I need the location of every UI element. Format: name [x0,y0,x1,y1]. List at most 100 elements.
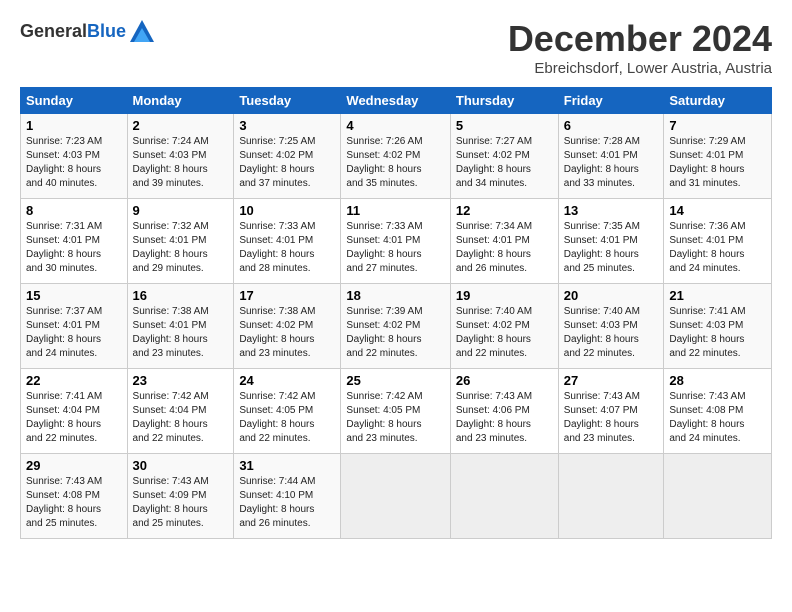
day-info: Sunrise: 7:33 AM Sunset: 4:01 PM Dayligh… [239,220,335,276]
day-number: 9 [133,203,229,218]
day-number: 20 [564,288,659,303]
day-info: Sunrise: 7:41 AM Sunset: 4:04 PM Dayligh… [26,390,122,446]
calendar-day: 19 Sunrise: 7:40 AM Sunset: 4:02 PM Dayli… [450,284,558,369]
calendar-table: SundayMondayTuesdayWednesdayThursdayFrid… [20,87,772,539]
day-info: Sunrise: 7:38 AM Sunset: 4:02 PM Dayligh… [239,305,335,361]
day-info: Sunrise: 7:23 AM Sunset: 4:03 PM Dayligh… [26,135,122,191]
day-number: 24 [239,373,335,388]
calendar-day: 2 Sunrise: 7:24 AM Sunset: 4:03 PM Daylig… [127,114,234,199]
day-info: Sunrise: 7:33 AM Sunset: 4:01 PM Dayligh… [346,220,444,276]
day-number: 16 [133,288,229,303]
day-info: Sunrise: 7:43 AM Sunset: 4:08 PM Dayligh… [669,390,766,446]
day-info: Sunrise: 7:38 AM Sunset: 4:01 PM Dayligh… [133,305,229,361]
day-info: Sunrise: 7:24 AM Sunset: 4:03 PM Dayligh… [133,135,229,191]
calendar-day [664,454,772,539]
calendar-week: 29Sunrise: 7:43 AM Sunset: 4:08 PM Dayli… [21,454,772,539]
day-number: 13 [564,203,659,218]
day-info: Sunrise: 7:43 AM Sunset: 4:09 PM Dayligh… [133,475,229,531]
calendar-day: 31Sunrise: 7:44 AM Sunset: 4:10 PM Dayli… [234,454,341,539]
calendar-day [558,454,664,539]
calendar-day [450,454,558,539]
title-block: December 2024 Ebreichsdorf, Lower Austri… [508,18,772,77]
calendar-day: 26 Sunrise: 7:43 AM Sunset: 4:06 PM Dayli… [450,369,558,454]
logo-blue: Blue [87,21,126,41]
day-number: 26 [456,373,553,388]
day-info: Sunrise: 7:40 AM Sunset: 4:02 PM Dayligh… [456,305,553,361]
weekday-header: Thursday [450,88,558,114]
day-number: 18 [346,288,444,303]
calendar-day: 18 Sunrise: 7:39 AM Sunset: 4:02 PM Dayli… [341,284,450,369]
calendar-day: 14Sunrise: 7:36 AM Sunset: 4:01 PM Dayli… [664,199,772,284]
calendar-day: 4 Sunrise: 7:26 AM Sunset: 4:02 PM Daylig… [341,114,450,199]
calendar-day: 8 Sunrise: 7:31 AM Sunset: 4:01 PM Daylig… [21,199,128,284]
day-info: Sunrise: 7:28 AM Sunset: 4:01 PM Dayligh… [564,135,659,191]
day-number: 4 [346,118,444,133]
day-number: 31 [239,458,335,473]
calendar-day: 24 Sunrise: 7:42 AM Sunset: 4:05 PM Dayli… [234,369,341,454]
calendar-day: 16 Sunrise: 7:38 AM Sunset: 4:01 PM Dayli… [127,284,234,369]
calendar-day: 30 Sunrise: 7:43 AM Sunset: 4:09 PM Dayli… [127,454,234,539]
weekday-header: Friday [558,88,664,114]
calendar-day: 5Sunrise: 7:27 AM Sunset: 4:02 PM Daylig… [450,114,558,199]
location-subtitle: Ebreichsdorf, Lower Austria, Austria [508,60,772,77]
day-number: 21 [669,288,766,303]
day-info: Sunrise: 7:26 AM Sunset: 4:02 PM Dayligh… [346,135,444,191]
day-info: Sunrise: 7:43 AM Sunset: 4:08 PM Dayligh… [26,475,122,531]
day-info: Sunrise: 7:40 AM Sunset: 4:03 PM Dayligh… [564,305,659,361]
header-row: SundayMondayTuesdayWednesdayThursdayFrid… [21,88,772,114]
day-number: 3 [239,118,335,133]
day-info: Sunrise: 7:34 AM Sunset: 4:01 PM Dayligh… [456,220,553,276]
day-number: 14 [669,203,766,218]
day-number: 2 [133,118,229,133]
calendar-day: 28Sunrise: 7:43 AM Sunset: 4:08 PM Dayli… [664,369,772,454]
day-info: Sunrise: 7:31 AM Sunset: 4:01 PM Dayligh… [26,220,122,276]
calendar-day: 17 Sunrise: 7:38 AM Sunset: 4:02 PM Dayli… [234,284,341,369]
calendar-day: 13Sunrise: 7:35 AM Sunset: 4:01 PM Dayli… [558,199,664,284]
calendar-day: 20 Sunrise: 7:40 AM Sunset: 4:03 PM Dayli… [558,284,664,369]
calendar-day: 6Sunrise: 7:28 AM Sunset: 4:01 PM Daylig… [558,114,664,199]
day-number: 30 [133,458,229,473]
day-number: 5 [456,118,553,133]
day-info: Sunrise: 7:42 AM Sunset: 4:04 PM Dayligh… [133,390,229,446]
weekday-header: Monday [127,88,234,114]
calendar-week: 1 Sunrise: 7:23 AM Sunset: 4:03 PM Daylig… [21,114,772,199]
day-info: Sunrise: 7:43 AM Sunset: 4:06 PM Dayligh… [456,390,553,446]
calendar-day: 29Sunrise: 7:43 AM Sunset: 4:08 PM Dayli… [21,454,128,539]
calendar-day: 22Sunrise: 7:41 AM Sunset: 4:04 PM Dayli… [21,369,128,454]
logo-general: General [20,21,87,41]
day-number: 8 [26,203,122,218]
day-info: Sunrise: 7:37 AM Sunset: 4:01 PM Dayligh… [26,305,122,361]
calendar-day: 11Sunrise: 7:33 AM Sunset: 4:01 PM Dayli… [341,199,450,284]
logo: GeneralBlue [20,18,156,46]
calendar-day: 3 Sunrise: 7:25 AM Sunset: 4:02 PM Daylig… [234,114,341,199]
day-info: Sunrise: 7:32 AM Sunset: 4:01 PM Dayligh… [133,220,229,276]
calendar-week: 8 Sunrise: 7:31 AM Sunset: 4:01 PM Daylig… [21,199,772,284]
calendar-week: 15 Sunrise: 7:37 AM Sunset: 4:01 PM Dayli… [21,284,772,369]
calendar-day: 23Sunrise: 7:42 AM Sunset: 4:04 PM Dayli… [127,369,234,454]
day-number: 17 [239,288,335,303]
header: GeneralBlue December 2024 Ebreichsdorf, … [20,18,772,77]
day-number: 12 [456,203,553,218]
weekday-header: Tuesday [234,88,341,114]
calendar-day [341,454,450,539]
day-info: Sunrise: 7:42 AM Sunset: 4:05 PM Dayligh… [346,390,444,446]
day-number: 19 [456,288,553,303]
day-number: 7 [669,118,766,133]
day-number: 15 [26,288,122,303]
day-number: 10 [239,203,335,218]
page: GeneralBlue December 2024 Ebreichsdorf, … [0,0,792,549]
day-info: Sunrise: 7:29 AM Sunset: 4:01 PM Dayligh… [669,135,766,191]
day-info: Sunrise: 7:39 AM Sunset: 4:02 PM Dayligh… [346,305,444,361]
day-info: Sunrise: 7:42 AM Sunset: 4:05 PM Dayligh… [239,390,335,446]
calendar-day: 7 Sunrise: 7:29 AM Sunset: 4:01 PM Daylig… [664,114,772,199]
weekday-header: Wednesday [341,88,450,114]
day-number: 27 [564,373,659,388]
day-info: Sunrise: 7:41 AM Sunset: 4:03 PM Dayligh… [669,305,766,361]
calendar-week: 22Sunrise: 7:41 AM Sunset: 4:04 PM Dayli… [21,369,772,454]
day-info: Sunrise: 7:25 AM Sunset: 4:02 PM Dayligh… [239,135,335,191]
day-number: 25 [346,373,444,388]
calendar-day: 25 Sunrise: 7:42 AM Sunset: 4:05 PM Dayli… [341,369,450,454]
weekday-header: Sunday [21,88,128,114]
day-number: 1 [26,118,122,133]
month-title: December 2024 [508,18,772,60]
